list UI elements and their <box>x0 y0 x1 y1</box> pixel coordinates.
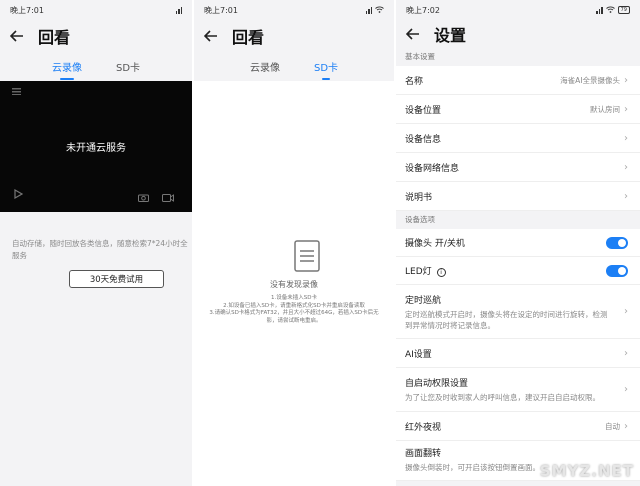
chevron-right-icon: › <box>624 420 628 432</box>
back-arrow-icon[interactable] <box>406 27 420 41</box>
status-icons: 79 <box>596 6 630 15</box>
tab-bar: 云录像 SD卡 <box>194 52 394 80</box>
setting-location[interactable]: 设备位置 默认房间 › <box>396 95 640 124</box>
title-bar: 设置 <box>396 20 640 48</box>
chevron-right-icon: › <box>624 132 628 144</box>
setting-manual[interactable]: 说明书 › <box>396 182 640 211</box>
cloud-service-description: 自动存储，随时回放各类信息，随意检索7*24小时全服务 <box>12 239 188 260</box>
setting-value: 自动 <box>605 421 620 431</box>
sd-content-area: 没有发现录像 1.设备未插入SD卡 2.如设备已插入SD卡，请重新格式化SD卡并… <box>194 81 394 486</box>
setting-label: 名称 <box>405 76 424 87</box>
tab-cloud-recording[interactable]: 云录像 <box>250 55 280 78</box>
setting-value: 海雀AI全景摄像头 <box>560 75 620 85</box>
setting-name[interactable]: 名称 海雀AI全景摄像头 › <box>396 66 640 95</box>
setting-label: AI设置 <box>405 349 432 360</box>
setting-label: 设备位置 <box>405 105 442 116</box>
status-icons <box>175 6 182 14</box>
menu-icon[interactable] <box>12 88 21 98</box>
led-toggle[interactable] <box>606 264 628 277</box>
sd-tip-line: 影，请尝试断电重启。 <box>266 317 322 324</box>
document-icon <box>294 240 320 272</box>
tab-sd-card[interactable]: SD卡 <box>314 55 338 80</box>
page-title: 回看 <box>232 28 265 47</box>
setting-description: 定时巡航模式开启时，摄像头将在设定的时间进行旋转，检测到异常情况时将记录信息。 <box>405 309 608 330</box>
setting-description: 为了让您及时收到家人的呼叫信息，建议开启自启动权限。 <box>405 393 600 402</box>
chevron-right-icon: › <box>624 74 628 86</box>
free-trial-button[interactable]: 30天免费试用 <box>69 270 164 288</box>
setting-device-info[interactable]: 设备信息 › <box>396 124 640 153</box>
setting-scheduled-patrol[interactable]: 定时巡航 定时巡航模式开启时，摄像头将在设定的时间进行旋转，检测到异常情况时将记… <box>396 285 640 339</box>
record-video-icon[interactable] <box>162 194 174 205</box>
setting-led: LED灯 i <box>396 257 640 285</box>
watermark-text: SMYZ.NET <box>539 462 634 480</box>
page-title: 回看 <box>38 28 71 47</box>
setting-night-vision[interactable]: 红外夜视 自动 › <box>396 412 640 441</box>
sd-tip-line: 1.设备未插入SD卡 <box>271 295 317 301</box>
video-player[interactable]: 未开通云服务 <box>0 81 192 212</box>
signal-icon <box>596 6 603 14</box>
setting-network-info[interactable]: 设备网络信息 › <box>396 153 640 182</box>
sd-tip-line: 2.如设备已插入SD卡，请重新格式化SD卡并重启设备读取 <box>223 302 365 309</box>
settings-screen: 晚上7:02 79 设置 基本设置 名称 海雀AI全景摄像头 › 设备位置 默认房… <box>396 0 640 486</box>
status-icons <box>365 6 385 15</box>
status-time: 晚上7:02 <box>406 5 440 15</box>
status-time: 晚上7:01 <box>10 5 44 15</box>
wifi-icon <box>605 6 615 15</box>
back-arrow-icon[interactable] <box>204 29 218 43</box>
setting-label: 说明书 <box>405 192 433 203</box>
setting-label: 设备信息 <box>405 134 442 145</box>
chevron-right-icon: › <box>624 161 628 173</box>
battery-icon: 79 <box>617 6 630 14</box>
sd-tip-line: 3.请确认SD卡格式为FAT32，并且大小不超过64G，若插入SD卡后无 <box>209 310 379 316</box>
setting-label: 画面翻转 <box>405 449 442 459</box>
tab-bar: 云录像 SD卡 <box>0 52 192 80</box>
section-basic-settings: 基本设置 <box>396 48 640 66</box>
chevron-right-icon: › <box>624 190 628 202</box>
tab-cloud-recording[interactable]: 云录像 <box>52 55 82 80</box>
page-title: 设置 <box>434 26 467 45</box>
signal-icon <box>365 6 372 14</box>
setting-label: 红外夜视 <box>405 422 442 433</box>
playback-cloud-screen: 晚上7:01 回看 云录像 SD卡 未开通云服务 自动存储，随时回放各类信息，随… <box>0 0 192 486</box>
info-icon[interactable]: i <box>436 268 446 277</box>
no-recording-title: 没有发现录像 <box>270 280 318 289</box>
setting-autostart[interactable]: 自启动权限设置 为了让您及时收到家人的呼叫信息，建议开启自启动权限。 › <box>396 368 640 412</box>
chevron-right-icon: › <box>624 103 628 115</box>
sd-tips: 1.设备未插入SD卡 2.如设备已插入SD卡，请重新格式化SD卡并重启设备读取 … <box>194 295 394 325</box>
status-bar: 晚上7:01 <box>194 0 394 20</box>
play-icon[interactable] <box>14 188 24 202</box>
setting-ai[interactable]: AI设置 › <box>396 339 640 368</box>
section-device-options: 设备选项 <box>396 211 640 229</box>
chevron-right-icon: › <box>624 384 628 395</box>
setting-camera-power: 摄像头 开/关机 <box>396 229 640 257</box>
title-bar: 回看 <box>0 20 192 52</box>
signal-icon <box>175 6 182 14</box>
back-arrow-icon[interactable] <box>10 29 24 43</box>
no-cloud-service-text: 未开通云服务 <box>66 143 126 154</box>
chevron-right-icon: › <box>624 347 628 359</box>
camera-power-toggle[interactable] <box>606 236 628 249</box>
chevron-right-icon: › <box>624 306 628 317</box>
led-label-wrap: LED灯 i <box>405 264 446 277</box>
tab-sd-card[interactable]: SD卡 <box>116 55 140 78</box>
setting-label: 摄像头 开/关机 <box>405 239 465 249</box>
title-bar: 回看 <box>194 20 394 52</box>
setting-label: 设备网络信息 <box>405 163 460 174</box>
wifi-icon <box>375 6 384 15</box>
setting-label: LED灯 <box>405 267 432 277</box>
playback-sd-screen: 晚上7:01 回看 云录像 SD卡 没有发现录像 1.设备未插入SD卡 2.如设… <box>194 0 394 486</box>
setting-label: 自启动权限设置 <box>405 379 469 389</box>
status-bar: 晚上7:01 <box>0 0 192 20</box>
snapshot-camera-icon[interactable] <box>138 193 149 205</box>
status-bar: 晚上7:02 79 <box>396 0 640 20</box>
status-time: 晚上7:01 <box>204 5 238 15</box>
setting-value: 默认房间 <box>590 104 620 114</box>
setting-label: 定时巡航 <box>405 295 442 306</box>
